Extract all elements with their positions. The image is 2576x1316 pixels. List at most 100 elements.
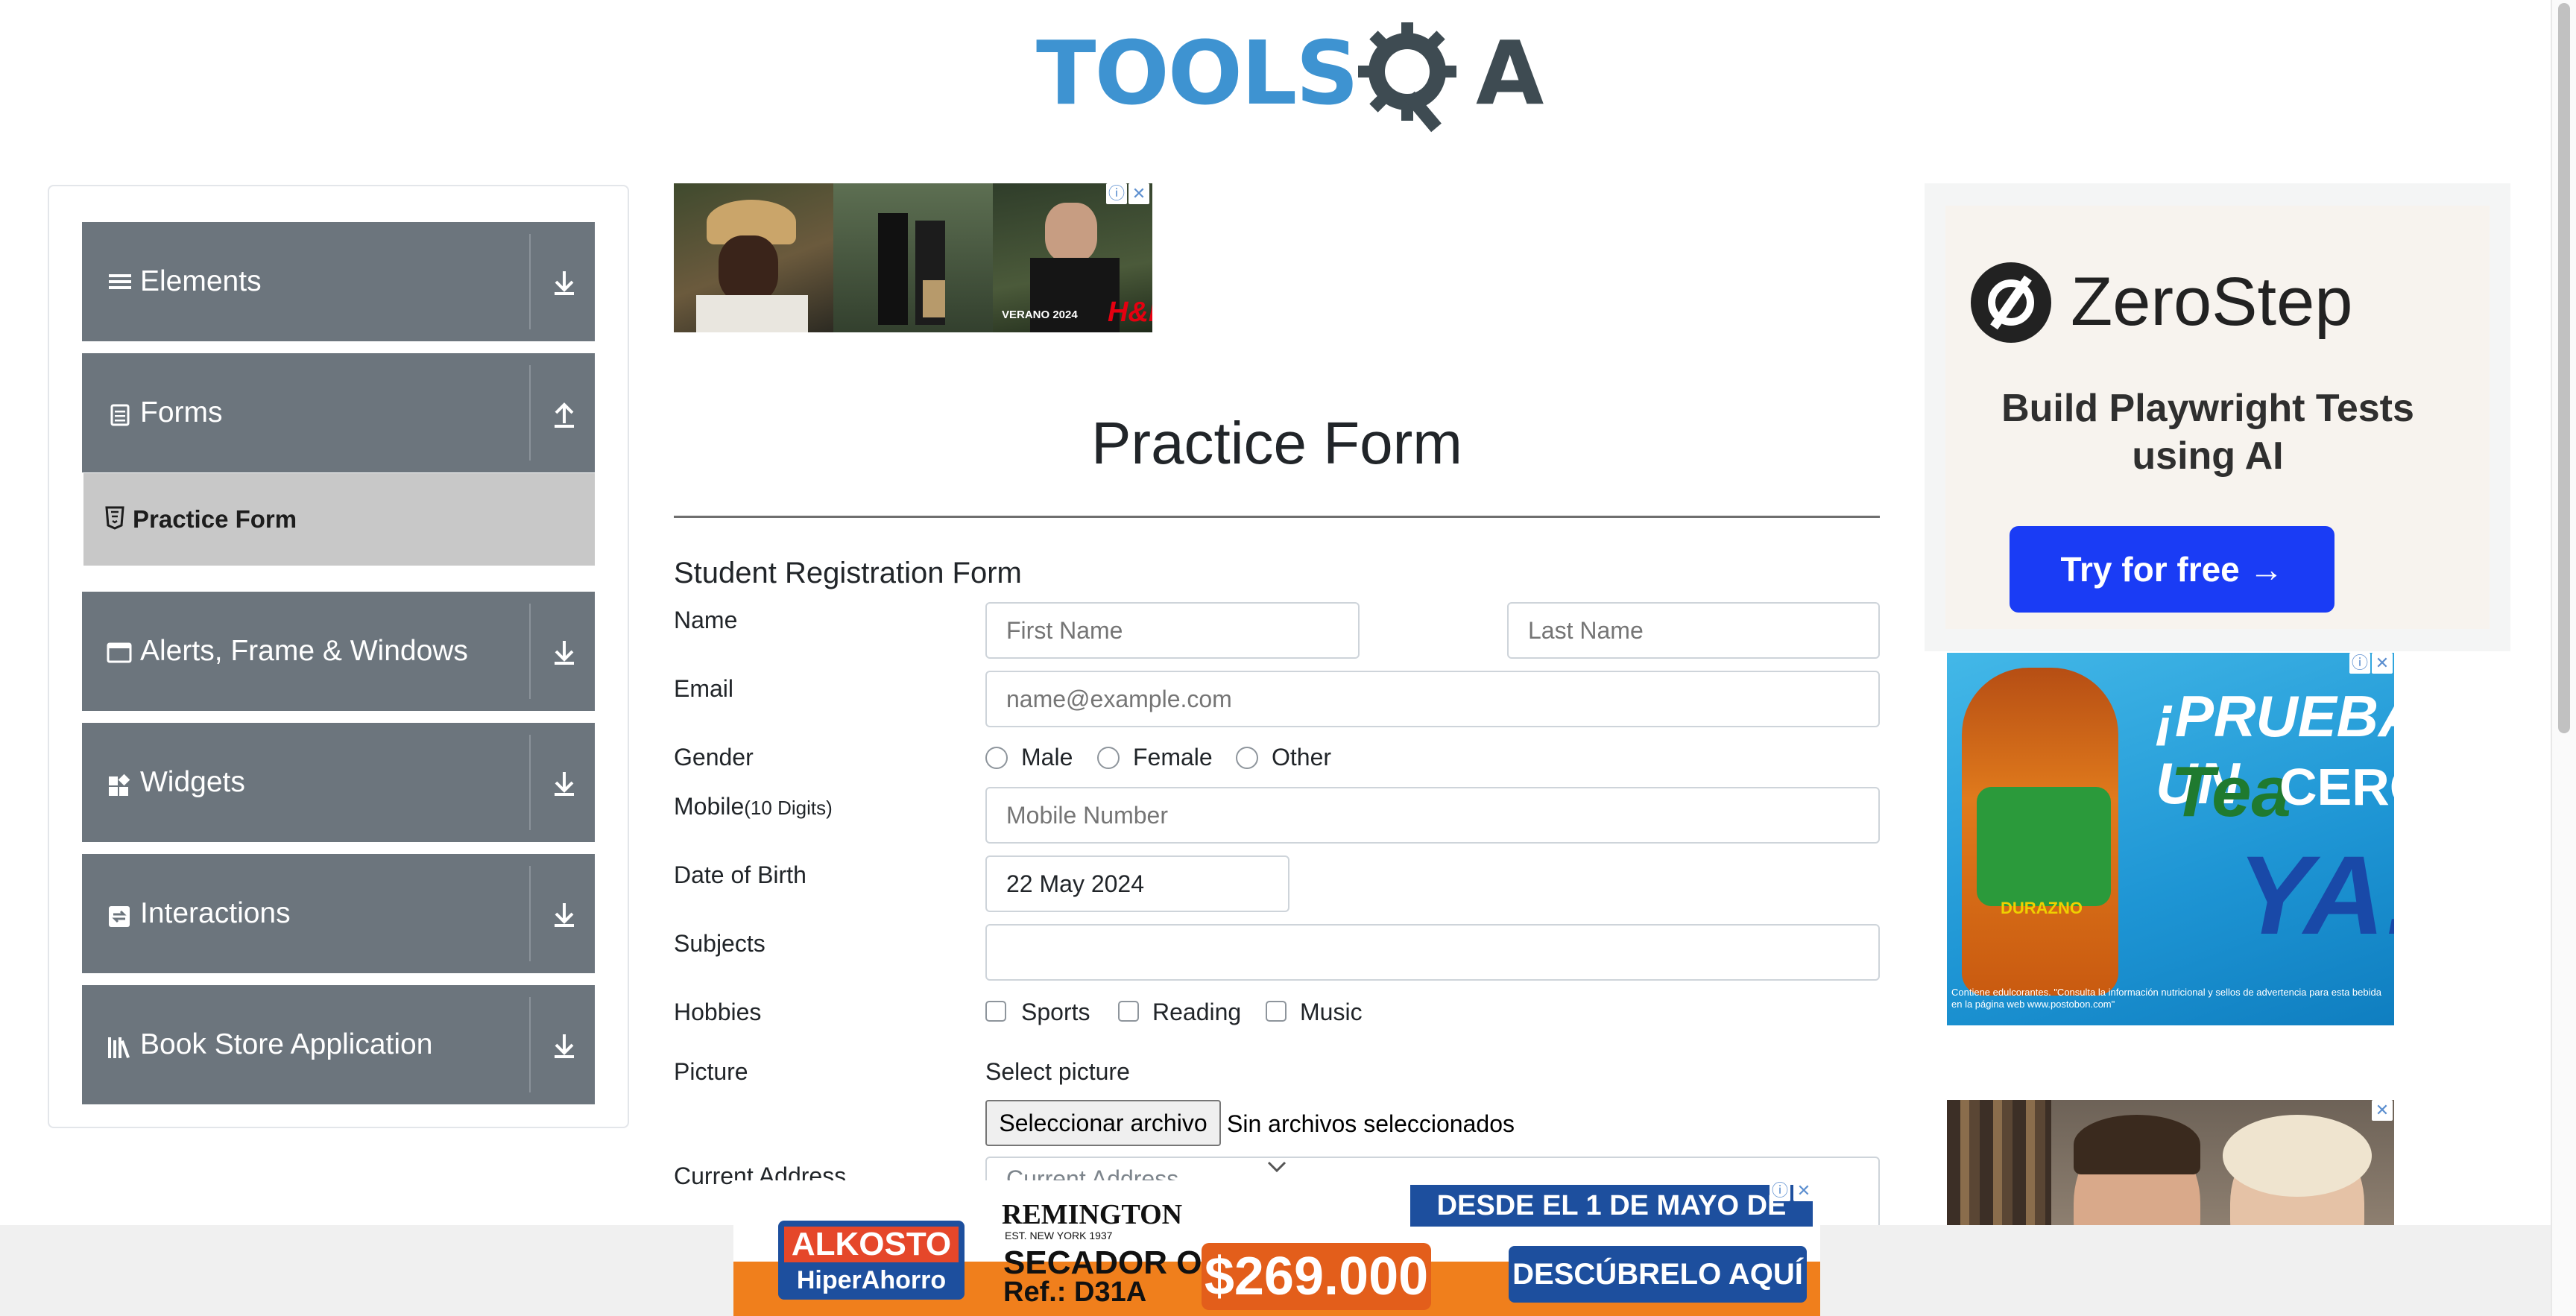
ad-info-icon[interactable]: ⓘ [1106,183,1127,204]
download-arrow-icon[interactable] [546,1024,583,1066]
dob-label: Date of Birth [674,861,806,888]
remington-logo: REMINGTON [1002,1199,1183,1230]
download-arrow-icon[interactable] [546,630,583,672]
logo-text-tools: TOOLS [1036,22,1359,124]
sidebar-group-widgets[interactable]: Widgets [82,723,595,842]
divider [529,866,531,961]
alkosto-name: ALKOSTO [784,1227,959,1262]
ad-info-icon[interactable]: ⓘ [1770,1180,1790,1201]
picture-label: Picture [674,1058,748,1085]
ad-headline-3: YA! [2238,832,2394,958]
sidebar: Elements Forms Practice Form Alerts, Fra… [48,185,629,1128]
ad-close-icon[interactable]: ✕ [1128,183,1149,204]
hobby-music-label[interactable]: Music [1300,996,1363,1028]
hobby-sports-label[interactable]: Sports [1021,996,1090,1028]
ad-zerostep[interactable]: ZeroStep Build Playwright Tests using AI… [1925,183,2510,651]
choose-file-button[interactable]: Seleccionar archivo [985,1100,1221,1146]
sidebar-item-label: Practice Form [133,505,297,533]
sidebar-group-elements[interactable]: Elements [82,222,595,341]
ad-photo [833,183,993,332]
upload-arrow-icon[interactable] [546,392,583,434]
mobile-input[interactable] [985,787,1880,844]
gear-magnifier-icon [1358,22,1456,133]
person-hair [2074,1115,2200,1174]
mobile-label-text: Mobile [674,793,745,820]
html5-icon [105,506,124,530]
sidebar-group-forms[interactable]: Forms [82,353,595,472]
date-banner: DESDE EL 1 DE MAYO DE 2024 [1410,1185,1813,1263]
hobbies-label: Hobbies [674,999,762,1025]
gender-label: Gender [674,744,754,771]
ad-banner-top[interactable]: VERANO 2024 H&M ⓘ ✕ [674,183,1152,332]
alkosto-sub: HiperAhorro [796,1266,947,1294]
hm-logo: H&M [1108,297,1152,328]
sidebar-group-label: Widgets [140,766,245,798]
hamburger-icon [109,274,131,289]
divider [529,735,531,830]
discover-button[interactable]: DESCÚBRELO AQUÍ [1509,1246,1807,1303]
ad-info-icon[interactable]: ⓘ [2349,653,2370,674]
zerostep-logo-icon [1971,262,2051,343]
sidebar-group-label: Forms [140,396,223,428]
gender-male-radio[interactable] [985,747,1008,769]
subjects-label: Subjects [674,930,765,957]
subjects-input[interactable] [985,924,1880,981]
email-label: Email [674,675,734,702]
gender-other-label[interactable]: Other [1272,741,1331,774]
divider [529,997,531,1092]
page-title: Practice Form [1091,410,1462,476]
ad-close-icon[interactable]: ✕ [1793,1180,1814,1201]
form-subtitle: Student Registration Form [674,557,1022,589]
download-arrow-icon[interactable] [546,762,583,803]
sidebar-group-book-store[interactable]: Book Store Application [82,985,595,1104]
hobby-sports-checkbox[interactable] [985,1001,1006,1022]
download-arrow-icon[interactable] [546,893,583,934]
ad-close-icon[interactable]: ✕ [2372,1100,2393,1121]
sidebar-group-label: Elements [140,265,262,297]
divider [529,365,531,461]
title-divider [674,516,1880,518]
ad-caption: VERANO 2024 [1002,309,1078,321]
gender-female-radio[interactable] [1097,747,1120,769]
gender-male-label[interactable]: Male [1021,741,1073,774]
email-input[interactable] [985,671,1880,727]
first-name-input[interactable] [985,602,1360,659]
sidebar-item-practice-form[interactable]: Practice Form [83,473,595,566]
flavor-label: DURAZNO [2001,899,2083,917]
ad-close-icon[interactable]: ✕ [2372,653,2393,674]
widgets-icon [109,774,130,796]
gender-female-label[interactable]: Female [1133,741,1213,774]
ad-alkosto[interactable]: ALKOSTO HiperAhorro REMINGTON EST. NEW Y… [733,1180,1820,1316]
ad-tea[interactable]: DURAZNO ¡PRUEBA UN Tea CERO YA! Contiene… [1947,653,2394,1025]
books-icon [108,1037,130,1058]
select-picture-label: Select picture [985,1058,1130,1085]
sidebar-group-alerts-frame-windows[interactable]: Alerts, Frame & Windows [82,592,595,711]
toolsqa-logo[interactable]: TOOLS A [1036,21,1544,133]
logo-text-qa: A [1476,22,1544,124]
alkosto-logo: ALKOSTO HiperAhorro [778,1221,965,1300]
download-arrow-icon[interactable] [546,261,583,303]
date-of-birth-input[interactable] [985,855,1289,912]
last-name-input[interactable] [1507,602,1880,659]
person-hair [2223,1115,2372,1197]
sidebar-group-label: Book Store Application [140,1028,433,1060]
window-icon [107,642,132,663]
mobile-label: Mobile(10 Digits) [674,790,833,824]
ad-photo [674,183,833,332]
divider [529,604,531,699]
scrollbar-thumb[interactable] [2558,3,2570,733]
hobby-reading-label[interactable]: Reading [1152,996,1241,1028]
chevron-down-icon [1267,1161,1287,1173]
sidebar-group-interactions[interactable]: Interactions [82,854,595,973]
document-icon [110,404,130,426]
try-for-free-button[interactable]: Try for free → [2010,526,2334,613]
bottle-label [1977,787,2111,906]
gender-other-radio[interactable] [1236,747,1258,769]
divider [529,234,531,329]
name-label: Name [674,607,738,633]
product-ref: Ref.: D31A [1003,1277,1147,1308]
price-badge: $269.000 [1202,1243,1431,1310]
hobby-reading-checkbox[interactable] [1118,1001,1139,1022]
hobby-music-checkbox[interactable] [1266,1001,1287,1022]
sidebar-group-label: Alerts, Frame & Windows [140,635,468,667]
